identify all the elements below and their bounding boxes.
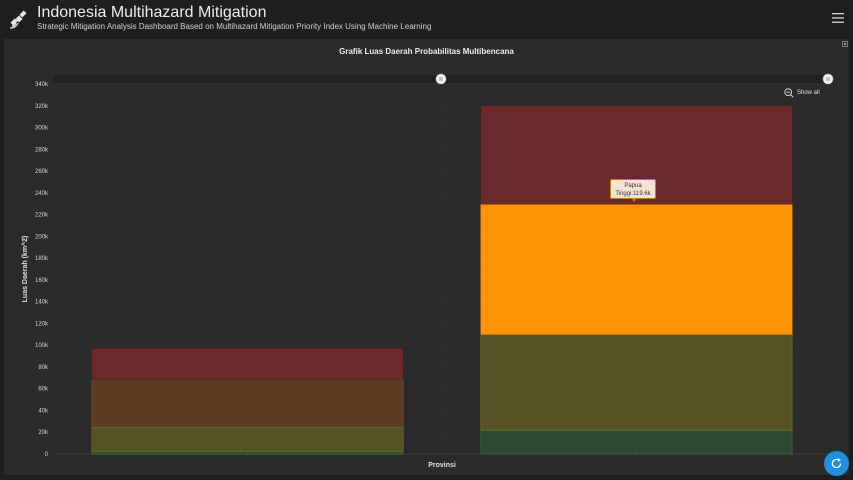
bar-segment[interactable] (480, 333, 793, 431)
y-tick-label: 20k (38, 430, 49, 436)
zoom-handle-left[interactable] (435, 73, 447, 85)
bar-segment[interactable] (91, 450, 404, 455)
show-all-button[interactable]: Show all (784, 88, 820, 98)
y-tick-label: 240k (35, 191, 49, 197)
y-tick-label: 180k (35, 256, 49, 262)
y-tick-label: 340k (35, 82, 49, 88)
tooltip-value: Tinggi:119.6k (615, 191, 651, 197)
refresh-icon (831, 458, 842, 469)
chart-tooltip: Papua Tinggi:119.6k (610, 179, 656, 202)
satellite-icon (9, 10, 27, 29)
y-tick-label: 80k (38, 365, 49, 371)
bar-stacks (91, 105, 793, 457)
y-tick-label: 260k (35, 169, 49, 175)
y-tick-label: 120k (35, 321, 49, 327)
y-tick-label: 300k (35, 126, 49, 132)
app-subtitle: Strategic Mitigation Analysis Dashboard … (37, 22, 432, 31)
y-tick-label: 220k (35, 213, 49, 219)
y-tick-label: 160k (35, 278, 49, 284)
app-header: Indonesia Multihazard Mitigation Strateg… (0, 0, 853, 36)
bar-segment[interactable] (91, 348, 404, 380)
y-axis-title: Luas Daerah (km^2) (21, 236, 29, 303)
y-tick-label: 60k (38, 387, 49, 393)
y-tick-label: 100k (35, 343, 49, 349)
hamburger-menu-icon[interactable] (832, 12, 844, 24)
refresh-button[interactable] (824, 451, 849, 476)
tooltip-province: Papua (624, 183, 642, 189)
x-axis-title: Provinsi (428, 462, 456, 469)
y-tick-label: 280k (35, 147, 49, 153)
bar-segment[interactable] (91, 379, 404, 428)
zoom-scrollbar (53, 73, 834, 85)
y-tick-label: 200k (35, 234, 49, 240)
y-axis-ticks: 0 20k 40k 60k 80k 100k 120k 140k 160k 180k 200k 220… (35, 82, 49, 458)
bar-segment[interactable] (480, 203, 793, 335)
y-tick-label: 40k (38, 408, 49, 414)
y-tick-label: 0 (45, 452, 49, 458)
show-all-label: Show all (797, 90, 820, 96)
y-tick-label: 320k (35, 104, 49, 110)
zoom-out-icon (784, 88, 794, 98)
bar-segment[interactable] (480, 429, 793, 455)
chart-panel: Grafik Luas Daerah Probabilitas Multiben… (4, 39, 849, 475)
bar-segment[interactable] (91, 427, 404, 452)
y-tick-label: 140k (35, 300, 49, 306)
bar-chart: 0 20k 40k 60k 80k 100k 120k 140k 160k 180k 200k 220… (21, 73, 834, 469)
zoom-handle-right[interactable] (822, 73, 834, 85)
app-title: Indonesia Multihazard Mitigation (37, 4, 267, 21)
